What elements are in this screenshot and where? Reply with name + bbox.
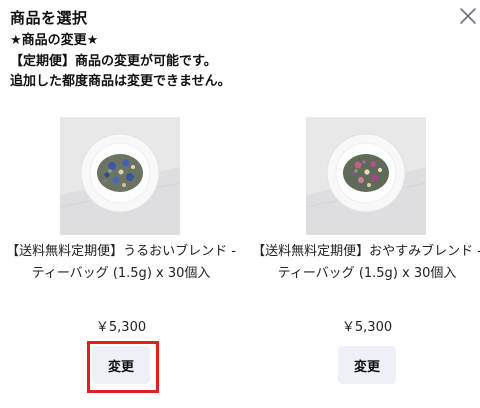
change-notice: ★商品の変更★ 【定期便】商品の変更が可能です。 追加した都度商品は変更できませ… bbox=[10, 31, 231, 93]
notice-line: 追加した都度商品は変更できません。 bbox=[10, 74, 231, 89]
close-button[interactable] bbox=[458, 6, 478, 26]
product-image[interactable] bbox=[306, 117, 426, 235]
change-button[interactable]: 変更 bbox=[338, 346, 396, 384]
product-price: ￥5,300 bbox=[95, 320, 147, 335]
change-button[interactable]: 変更 bbox=[92, 346, 150, 384]
modal-title: 商品を選択 bbox=[10, 9, 88, 27]
select-product-modal: 商品を選択 ★商品の変更★ 【定期便】商品の変更が可能です。 追加した都度商品は… bbox=[0, 0, 480, 408]
product-name: 【送料無料定期便】うるおいブレンド - ティーバッグ (1.5g) x 30個入 bbox=[6, 244, 236, 281]
product-image[interactable] bbox=[60, 117, 180, 235]
notice-line: ★商品の変更★ bbox=[10, 33, 99, 48]
close-icon bbox=[460, 8, 476, 24]
product-name: 【送料無料定期便】おやすみブレンド - ティーバッグ (1.5g) x 30個入 bbox=[252, 244, 480, 281]
notice-line: 【定期便】商品の変更が可能です。 bbox=[10, 53, 217, 69]
product-price: ￥5,300 bbox=[341, 320, 393, 335]
